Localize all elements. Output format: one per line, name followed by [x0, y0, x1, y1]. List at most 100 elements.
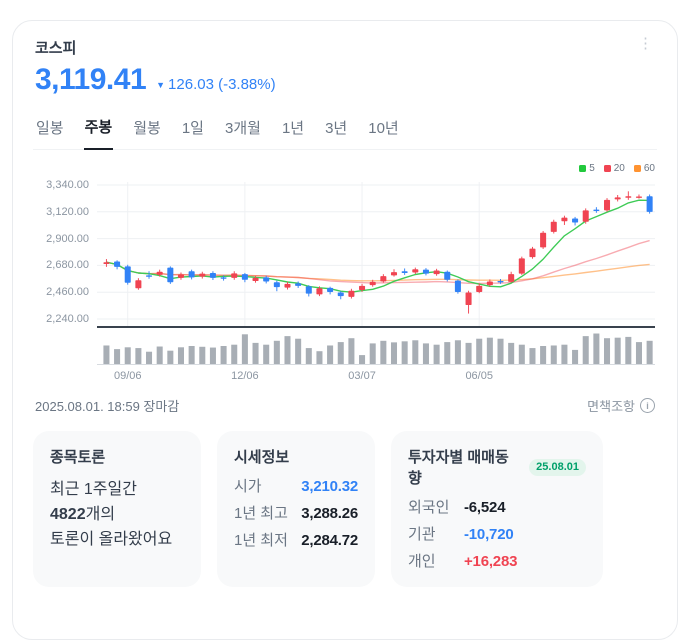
candle-body — [135, 280, 142, 289]
current-price: 3,119.41 — [35, 63, 147, 96]
investor-row: 외국인 -6,524 — [408, 497, 586, 518]
market-close-timestamp: 2025.08.01. 18:59 장마감 — [35, 399, 180, 414]
volume-plot — [97, 326, 655, 365]
quote-value: 3,288.26 — [301, 505, 358, 522]
candle-body — [614, 197, 621, 200]
volume-bar — [390, 342, 398, 364]
volume-bar — [124, 347, 131, 364]
investor-rows: 외국인 -6,524 기관 -10,720 개인 +16,283 — [408, 497, 586, 572]
candle-body — [582, 210, 589, 222]
legend-label: 20 — [613, 162, 625, 174]
candle-body — [316, 288, 323, 295]
volume-bar — [135, 348, 142, 364]
x-axis-tick: 12/06 — [231, 370, 259, 382]
legend-label: 60 — [643, 162, 655, 174]
quote-label: 시가 — [234, 478, 262, 495]
price-change: ▼ 126.03 (-3.88%) — [156, 76, 276, 93]
investor-label: 기관 — [408, 526, 436, 543]
volume-bar — [614, 337, 621, 364]
volume-bar — [486, 337, 493, 364]
y-axis-tick: 2,240.00 — [46, 313, 89, 325]
candle-body — [337, 292, 344, 297]
legend-item-ma60: 60 — [633, 162, 655, 174]
tab-1year[interactable]: 1년 — [281, 112, 305, 149]
candle-body — [327, 287, 334, 292]
candle-body — [422, 269, 429, 274]
volume-bar — [337, 342, 344, 364]
page-title: 코스피 — [35, 40, 77, 57]
volume-bar — [582, 336, 589, 364]
down-triangle-icon: ▼ — [156, 80, 166, 90]
y-axis-tick: 2,460.00 — [46, 286, 89, 299]
investor-title-row: 투자자별 매매동향 25.08.01 — [408, 446, 586, 488]
more-menu-icon[interactable]: ⋮ — [634, 36, 657, 51]
volume-bar — [646, 340, 653, 364]
quote-value: 2,284.72 — [301, 532, 358, 549]
investor-value: -10,720 — [464, 526, 514, 543]
candle-body — [444, 271, 451, 280]
volume-svg — [103, 333, 653, 364]
quote-row: 1년 최저 2,284.72 — [234, 530, 358, 551]
tab-monthly[interactable]: 월봉 — [132, 112, 162, 149]
investor-trend-card[interactable]: 투자자별 매매동향 25.08.01 외국인 -6,524 기관 -10,720 개인 +… — [391, 431, 603, 587]
volume-bar — [593, 333, 600, 364]
price-change-text: 126.03 (-3.88%) — [168, 76, 276, 93]
price-plot[interactable] — [97, 178, 655, 326]
y-axis-tick: 3,120.00 — [46, 205, 89, 218]
disclaimer-link[interactable]: 면책조항 i — [587, 396, 655, 415]
tab-weekly[interactable]: 주봉 — [83, 112, 114, 150]
discussion-line1: 최근 1주일간 — [50, 481, 137, 498]
volume-bar — [625, 336, 632, 364]
quote-label: 1년 최고 — [234, 505, 288, 522]
investor-row: 개인 +16,283 — [408, 551, 586, 572]
volume-bar — [412, 340, 419, 364]
candle-body — [369, 281, 376, 286]
quote-row: 시가 3,210.32 — [234, 476, 358, 497]
candle-body — [380, 276, 387, 282]
volume-bar — [263, 344, 270, 364]
legend-item-ma5: 5 — [579, 163, 595, 174]
volume-bar — [209, 347, 216, 364]
volume-bar — [295, 338, 302, 364]
candle-body — [550, 221, 557, 232]
volume-bar — [327, 345, 334, 364]
candle-body — [604, 199, 611, 211]
legend-swatch-icon — [579, 164, 587, 172]
quote-card-title: 시세정보 — [234, 449, 290, 466]
tab-daily[interactable]: 일봉 — [35, 112, 65, 149]
volume-bar — [114, 349, 121, 364]
x-axis-tick: 09/06 — [113, 370, 142, 382]
info-icon: i — [640, 398, 655, 413]
candle-body — [348, 290, 355, 297]
legend-swatch-icon — [633, 164, 641, 172]
volume-bar — [177, 347, 184, 364]
candle-body — [252, 277, 259, 281]
tab-3years[interactable]: 3년 — [324, 112, 348, 149]
summary-cards: 종목토론 최근 1주일간 4822개의 토론이 올라왔어요 시세정보 시가 3,2… — [33, 431, 657, 587]
volume-bar — [444, 342, 451, 364]
discussion-card-body: 최근 1주일간 4822개의 토론이 올라왔어요 — [50, 477, 184, 552]
discussion-card[interactable]: 종목토론 최근 1주일간 4822개의 토론이 올라왔어요 — [33, 431, 201, 587]
legend-swatch-icon — [603, 164, 611, 172]
candle-body — [433, 270, 440, 275]
candle-body — [497, 280, 504, 283]
volume-bar — [348, 338, 355, 364]
volume-bar — [369, 343, 376, 364]
candle-body — [646, 196, 653, 212]
quote-info-card[interactable]: 시세정보 시가 3,210.32 1년 최고 3,288.26 1년 최저 2,284.7… — [217, 431, 375, 587]
volume-bar — [465, 342, 472, 364]
volume-bar — [561, 344, 568, 364]
candle-body — [401, 271, 408, 273]
tab-10years[interactable]: 10년 — [367, 112, 400, 149]
volume-bar — [476, 338, 483, 364]
candle-body — [412, 269, 419, 273]
tab-1day[interactable]: 1일 — [181, 112, 205, 149]
volume-bar — [572, 349, 579, 364]
volume-bar — [422, 343, 429, 364]
candle-body — [305, 286, 312, 294]
volume-bar — [316, 351, 323, 364]
candle-body — [593, 209, 600, 212]
tab-3months[interactable]: 3개월 — [224, 112, 262, 149]
discussion-count-suffix: 개의 — [85, 506, 116, 523]
candle-body — [220, 277, 227, 279]
